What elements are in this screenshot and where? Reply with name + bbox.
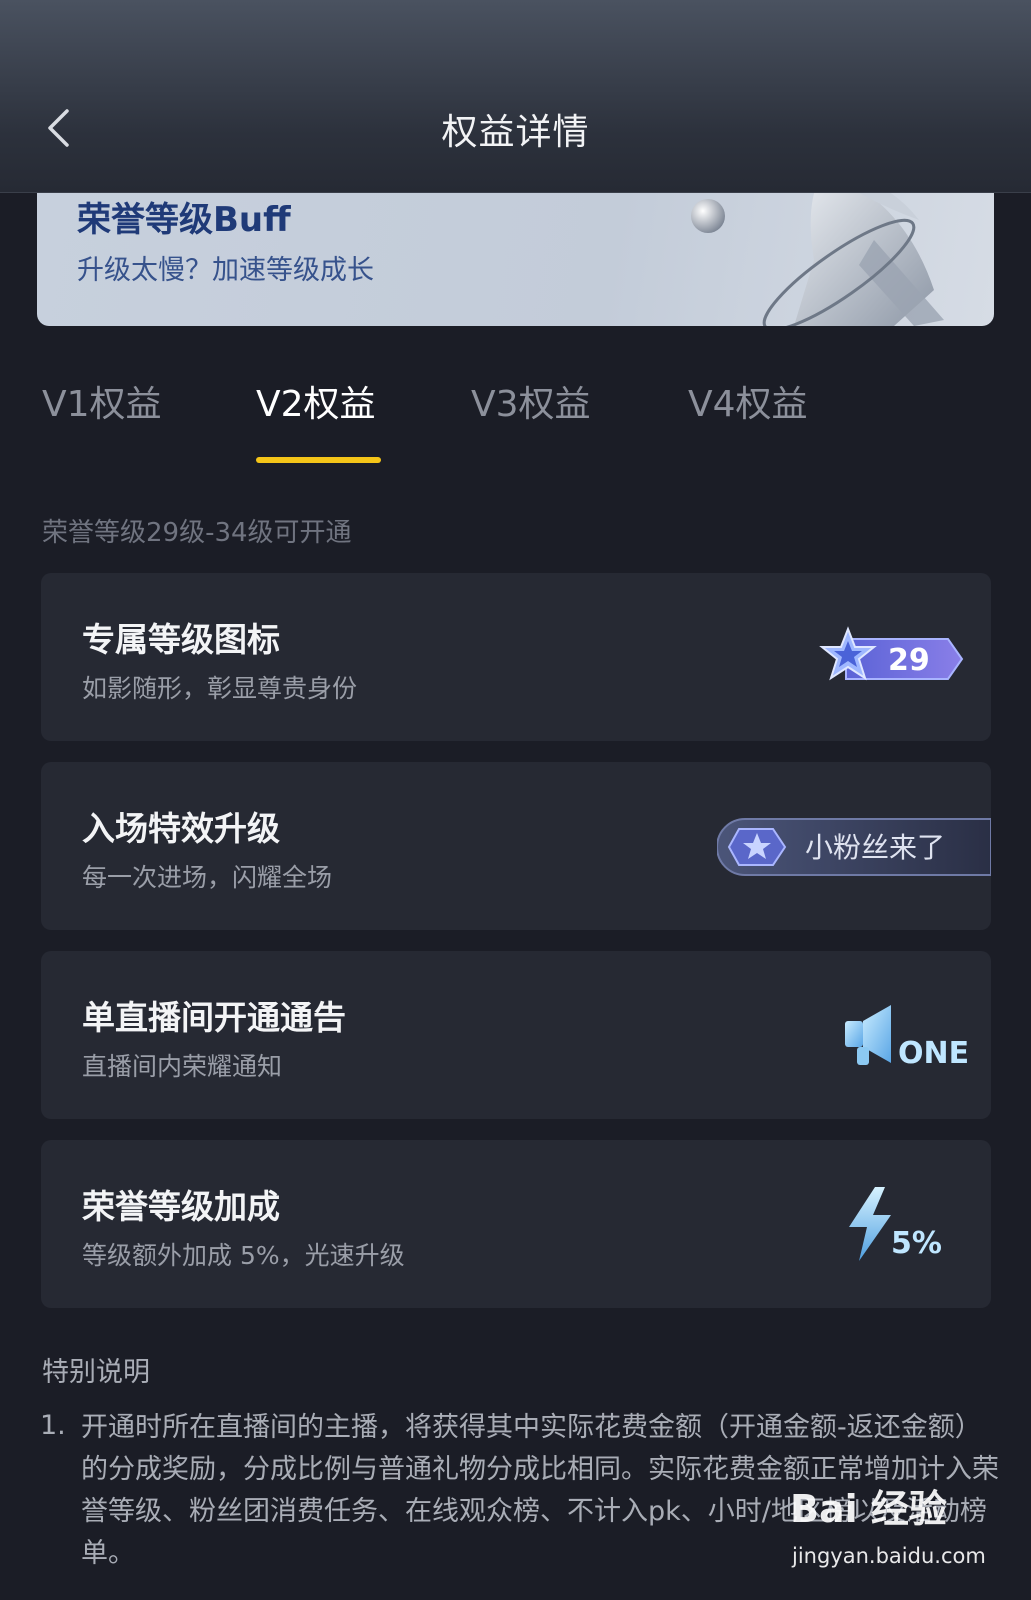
page-title: 权益详情 xyxy=(441,112,590,153)
bonus-percent-label: 5% xyxy=(891,1226,942,1261)
entrance-banner-icon: 小粉丝来了 xyxy=(717,818,991,876)
benefit-title: 单直播间开通通告 xyxy=(82,998,346,1037)
benefit-title: 专属等级图标 xyxy=(82,620,280,659)
rocket-icon xyxy=(691,180,944,326)
buff-banner[interactable]: 荣誉等级Buff 升级太慢？加速等级成长 xyxy=(37,180,994,326)
banner-title: 荣誉等级Buff xyxy=(77,200,291,240)
benefit-card-entrance: 入场特效升级 每一次进场，闪耀全场 小粉丝来了 xyxy=(41,762,991,930)
lightning-icon: 5% xyxy=(849,1187,942,1261)
level-badge-icon: 29 xyxy=(819,626,964,681)
benefit-subtitle: 每一次进场，闪耀全场 xyxy=(82,863,333,892)
benefit-title: 荣誉等级加成 xyxy=(82,1187,280,1226)
tab-v1[interactable]: V1权益 xyxy=(42,375,162,427)
top-nav-bar: 权益详情 xyxy=(0,0,1031,193)
benefit-subtitle: 直播间内荣耀通知 xyxy=(82,1052,283,1081)
benefit-card-announcement: 单直播间开通通告 直播间内荣耀通知 ONE xyxy=(41,951,991,1119)
tab-v2[interactable]: V2权益 xyxy=(256,375,376,427)
level-requirement-note: 荣誉等级29级-34级可开通 xyxy=(42,518,352,548)
benefit-subtitle: 等级额外加成 5%，光速升级 xyxy=(82,1241,405,1270)
banner-subtitle: 升级太慢？加速等级成长 xyxy=(77,255,374,286)
benefit-card-level-bonus: 荣誉等级加成 等级额外加成 5%，光速升级 5% xyxy=(41,1140,991,1308)
watermark-url: jingyan.baidu.com xyxy=(792,1544,986,1568)
tab-v3[interactable]: V3权益 xyxy=(471,375,591,427)
tab-v4[interactable]: V4权益 xyxy=(688,375,808,427)
baidu-jingyan-watermark: Bai 经验 jingyan.baidu.com xyxy=(790,1478,1010,1588)
watermark-logo: Bai 经验 xyxy=(790,1487,947,1531)
entrance-banner-text: 小粉丝来了 xyxy=(805,831,945,864)
megaphone-icon: ONE xyxy=(845,1005,969,1071)
active-tab-indicator xyxy=(256,457,381,463)
special-notes-title: 特别说明 xyxy=(42,1357,150,1388)
benefit-subtitle: 如影随形，彰显尊贵身份 xyxy=(82,674,358,703)
note-number: 1. xyxy=(40,1410,66,1441)
megaphone-label: ONE xyxy=(898,1036,969,1071)
benefit-title: 入场特效升级 xyxy=(82,809,280,848)
benefit-card-level-icon: 专属等级图标 如影随形，彰显尊贵身份 29 xyxy=(41,573,991,741)
benefit-tabs: V1权益 V2权益 V3权益 V4权益 xyxy=(0,365,1031,465)
badge-level-number: 29 xyxy=(888,643,930,678)
